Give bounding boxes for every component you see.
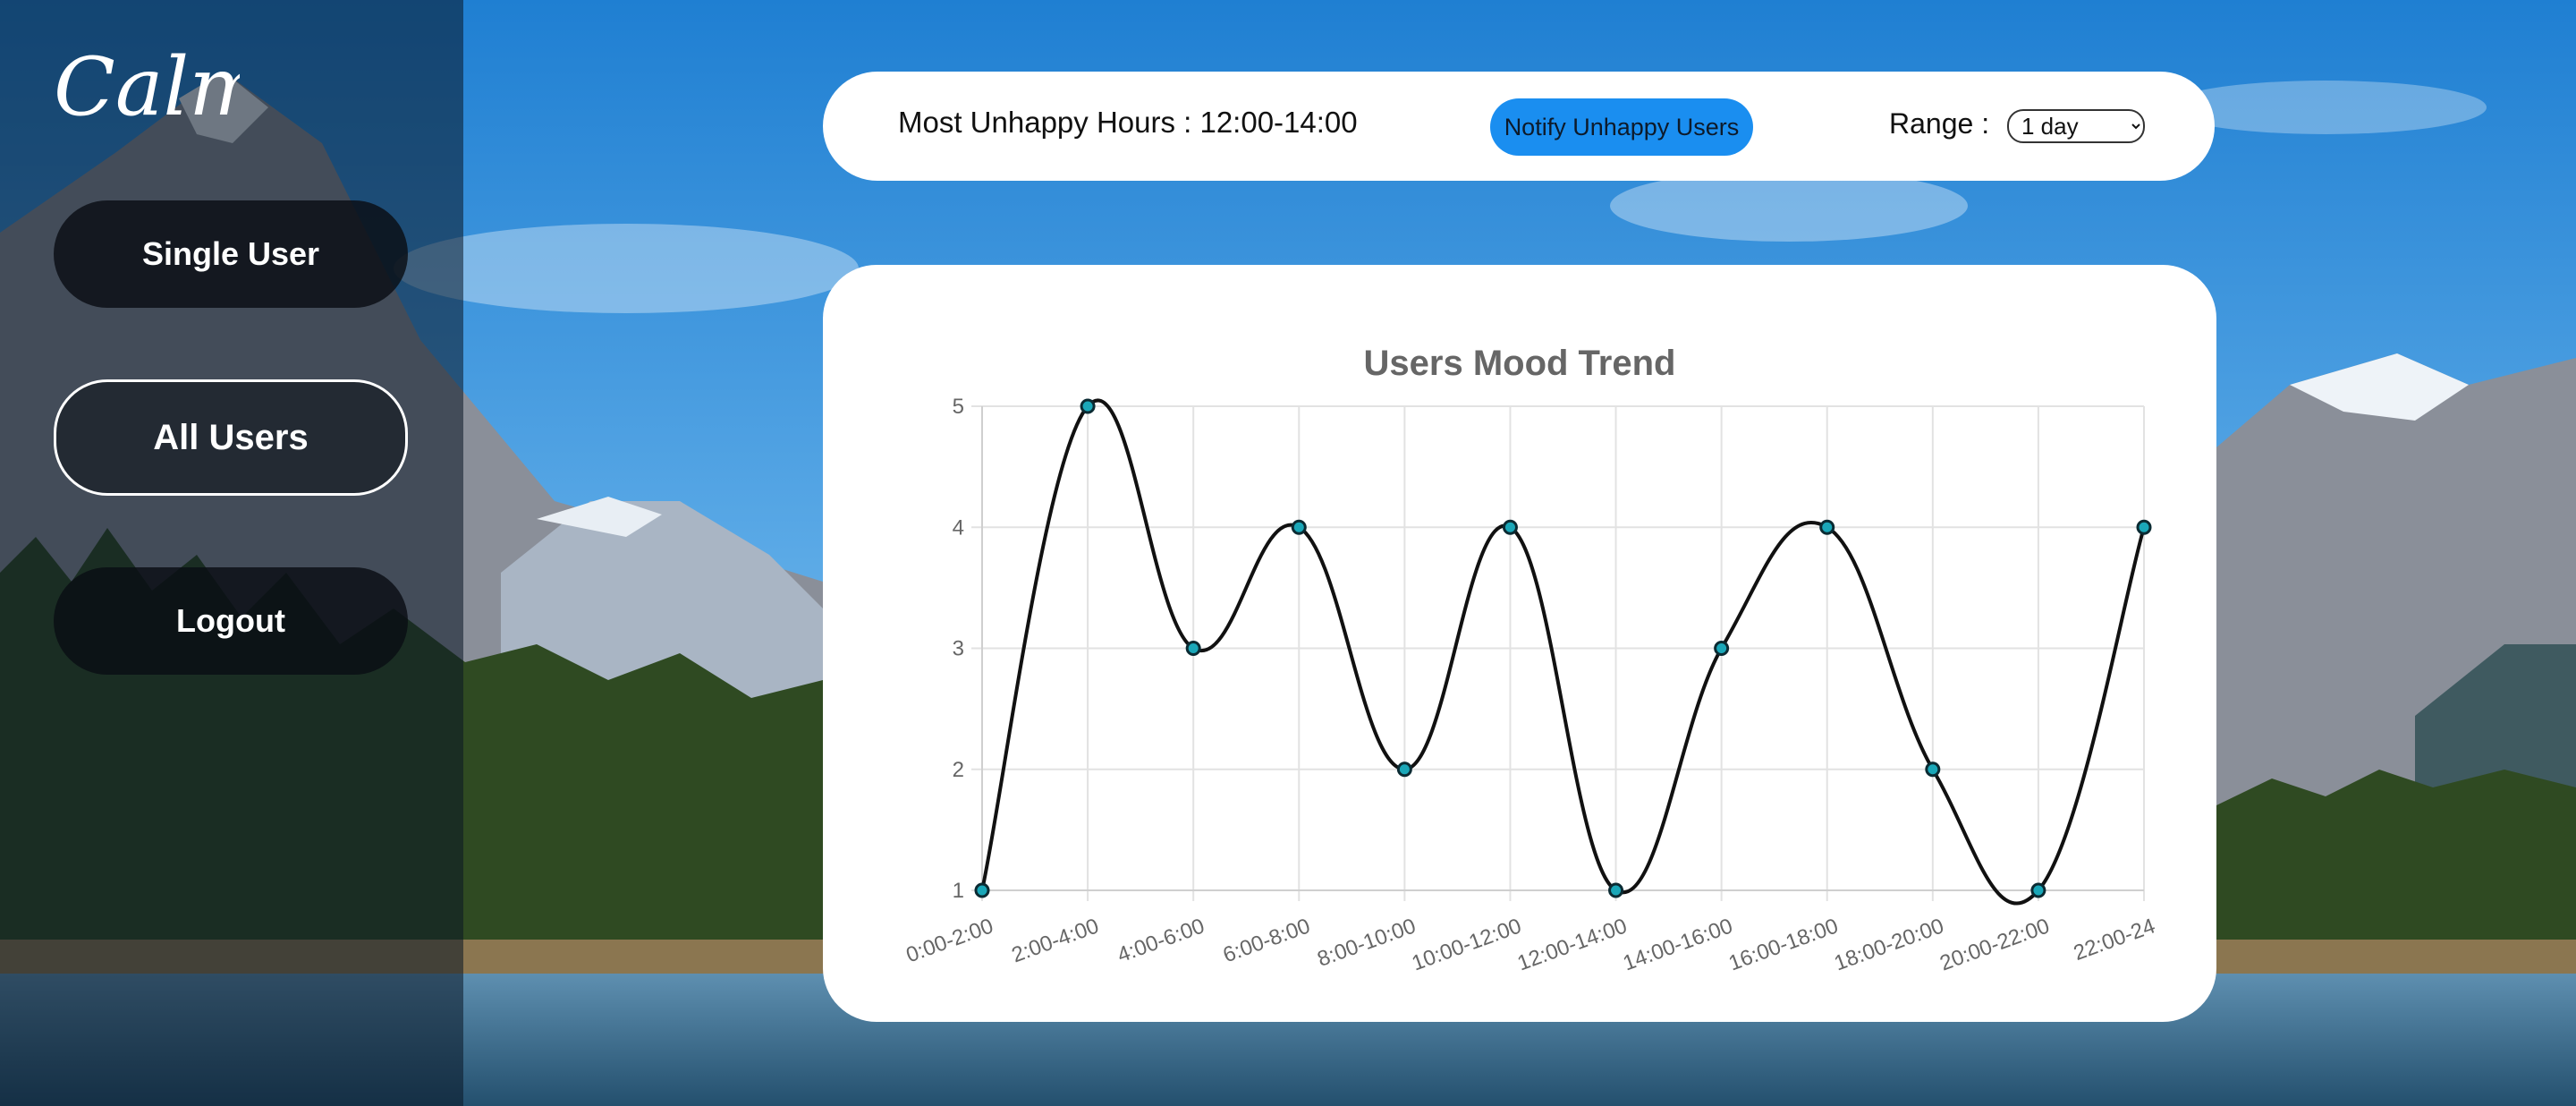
x-tick-label: 2:00-4:00: [1009, 914, 1103, 967]
mood-trend-chart: Users Mood Trend 1 2 3 4 5 0:00-2:00 2:00-4:00…: [903, 344, 2159, 975]
range-select[interactable]: 1 day: [2007, 109, 2145, 143]
notify-unhappy-users-button[interactable]: Notify Unhappy Users: [1490, 98, 1753, 156]
y-tick-label: 4: [953, 515, 964, 540]
mood-data-point: [1185, 641, 1201, 656]
mood-data-point: [1291, 519, 1307, 535]
y-tick-label: 3: [953, 637, 964, 661]
range-label: Range :: [1889, 107, 1990, 140]
x-tick-label: 12:00-14:00: [1514, 914, 1631, 975]
single-user-label: Single User: [141, 235, 320, 272]
x-tick-label: 18:00-20:00: [1831, 914, 1947, 975]
sidebar: Calm Single User All Users Logout: [0, 0, 463, 1106]
logout-button[interactable]: Logout: [54, 567, 408, 675]
mood-data-point: [1080, 398, 1096, 414]
mood-data-point: [1714, 641, 1730, 656]
mood-data-point: [1925, 761, 1941, 778]
x-tick-label: 0:00-2:00: [903, 914, 997, 967]
x-tick-label: 14:00-16:00: [1620, 914, 1736, 975]
most-unhappy-hours-text: Most Unhappy Hours : 12:00-14:00: [898, 106, 1358, 139]
y-tick-label: 5: [953, 395, 964, 419]
x-tick-label: 8:00-10:00: [1314, 914, 1419, 972]
y-tick-label: 1: [953, 879, 964, 903]
all-users-button[interactable]: All Users: [54, 379, 408, 496]
mood-data-point: [1608, 882, 1624, 898]
mood-trend-chart-card: Users Mood Trend 1 2 3 4 5 0:00-2:00 2:00-4:00…: [823, 265, 2216, 1022]
x-tick-label: 4:00-6:00: [1114, 914, 1208, 967]
x-tick-label: 10:00-12:00: [1409, 914, 1525, 975]
mood-data-point: [2136, 519, 2152, 535]
all-users-label: All Users: [153, 417, 309, 457]
mood-data-point: [1502, 519, 1518, 535]
mood-trend-line: [980, 398, 2146, 906]
top-bar: Most Unhappy Hours : 12:00-14:00 Notify …: [823, 72, 2215, 181]
x-tick-label: 6:00-8:00: [1220, 914, 1314, 967]
x-tick-label: 22:00-24: [2071, 914, 2158, 966]
calm-logo[interactable]: Calm: [52, 40, 266, 134]
single-user-button[interactable]: Single User: [54, 200, 408, 308]
mood-data-point: [1396, 761, 1412, 778]
mood-data-point: [1819, 519, 1835, 535]
x-tick-label: 16:00-18:00: [1725, 914, 1842, 975]
logo-text: Calm: [54, 43, 240, 132]
chart-title: Users Mood Trend: [1364, 344, 1676, 383]
mood-data-point: [974, 882, 990, 898]
x-tick-label: 20:00-22:00: [1936, 914, 2053, 975]
logout-label: Logout: [176, 602, 285, 639]
mood-data-point: [2030, 882, 2046, 898]
y-tick-label: 2: [953, 758, 964, 782]
